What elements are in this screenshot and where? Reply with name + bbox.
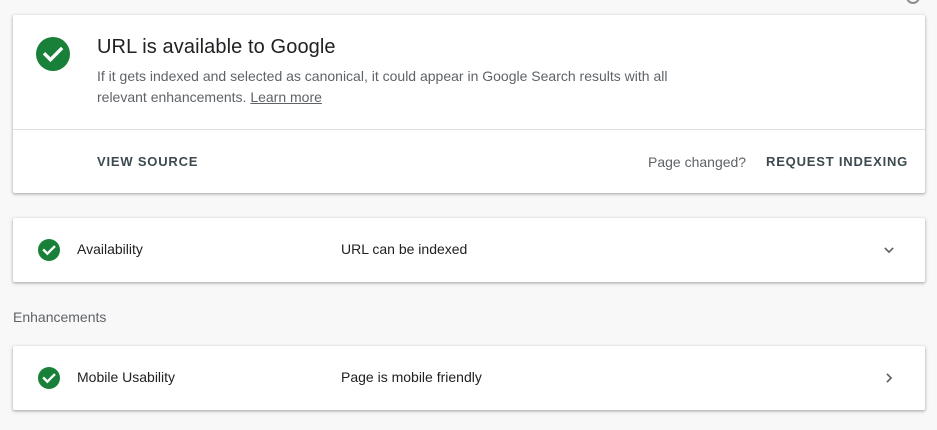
status-description: If it gets indexed and selected as canon… xyxy=(97,66,687,108)
enhancements-section-label: Enhancements xyxy=(13,309,107,325)
availability-value: URL can be indexed xyxy=(341,241,468,257)
mobile-usability-value: Page is mobile friendly xyxy=(341,369,482,385)
availability-label: Availability xyxy=(77,241,143,257)
divider xyxy=(13,129,925,130)
check-circle-icon xyxy=(36,37,70,71)
check-circle-icon xyxy=(38,367,60,389)
chevron-down-icon[interactable] xyxy=(879,240,899,260)
chevron-right-icon[interactable] xyxy=(879,368,899,388)
mobile-usability-label: Mobile Usability xyxy=(77,369,176,385)
mobile-usability-row[interactable]: Mobile Usability Page is mobile friendly xyxy=(13,346,925,410)
partial-circle-icon xyxy=(906,0,920,4)
view-source-button[interactable]: VIEW SOURCE xyxy=(97,154,198,169)
index-status-card: URL is available to Google If it gets in… xyxy=(13,15,925,193)
learn-more-link[interactable]: Learn more xyxy=(250,89,322,105)
availability-row[interactable]: Availability URL can be indexed xyxy=(13,218,925,282)
check-circle-icon xyxy=(38,239,60,261)
page-changed-text: Page changed? xyxy=(648,154,747,170)
status-title: URL is available to Google xyxy=(97,36,336,58)
status-description-text: If it gets indexed and selected as canon… xyxy=(97,68,668,105)
request-indexing-button[interactable]: REQUEST INDEXING xyxy=(766,154,908,169)
